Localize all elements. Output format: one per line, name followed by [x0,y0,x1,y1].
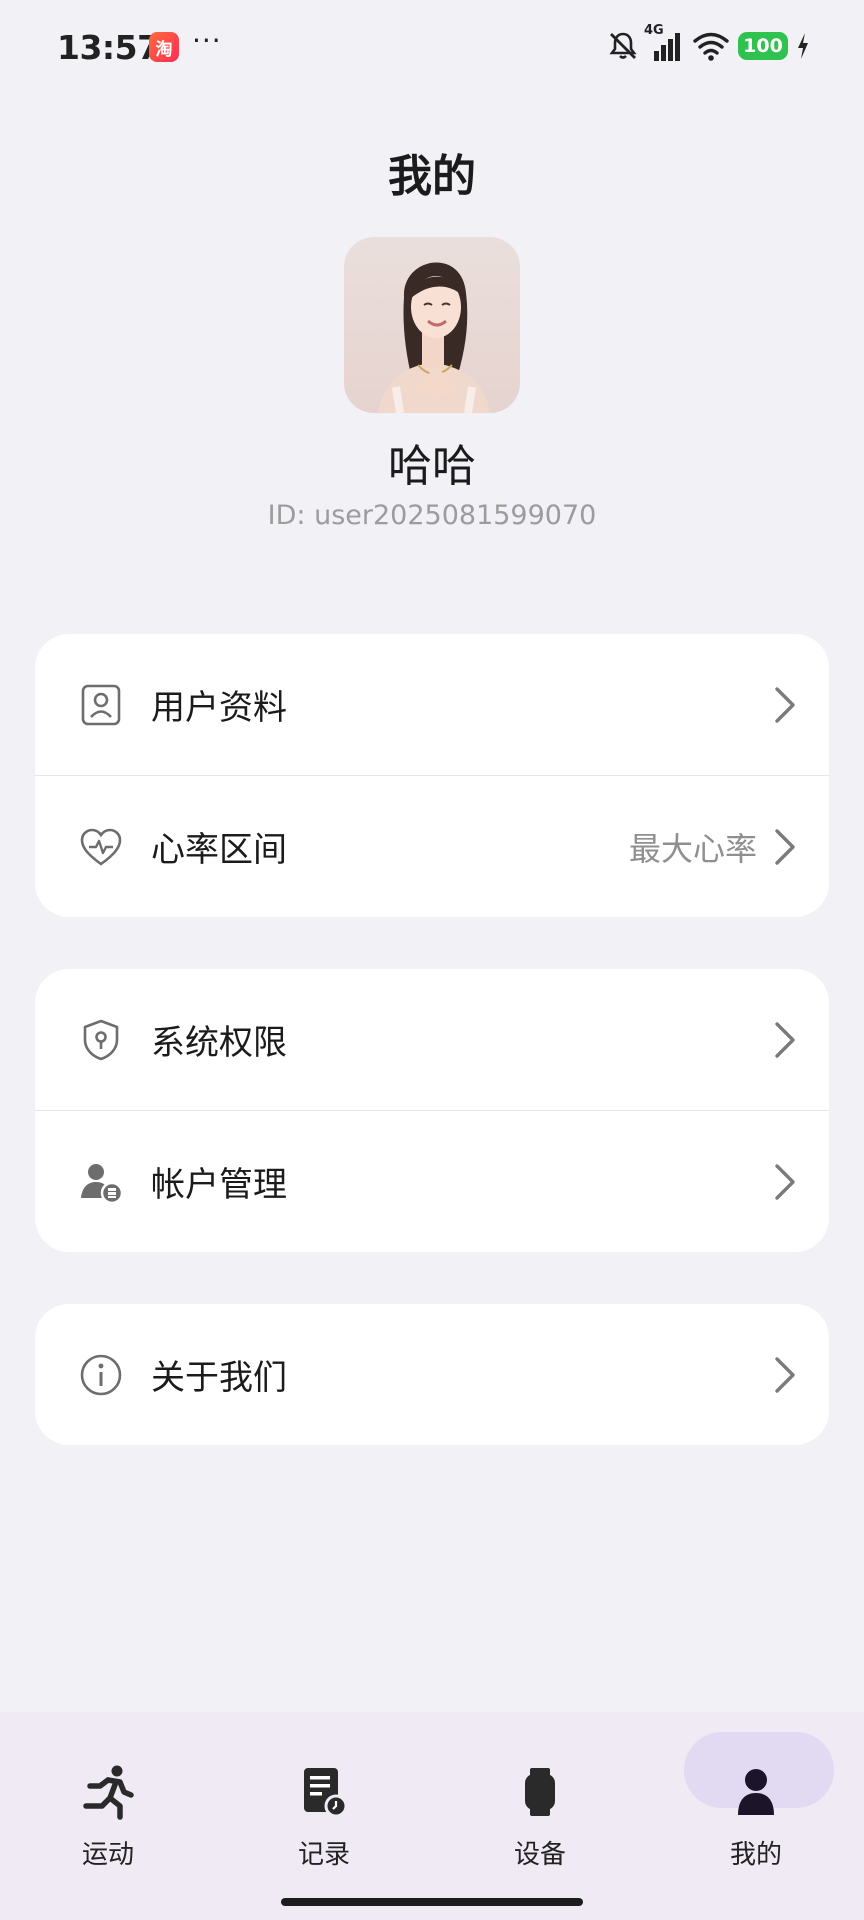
home-indicator[interactable] [281,1898,583,1906]
silent-bell-icon [606,29,640,63]
nav-label: 我的 [729,1840,782,1870]
nav-item-devices[interactable]: 设备 [432,1712,648,1872]
nav-label: 设备 [513,1840,566,1870]
more-notifications-icon: ··· [192,24,222,57]
status-indicators: 4G 100 [606,23,810,64]
menu-group-about: 关于我们 [35,1304,829,1445]
chevron-right-icon [769,827,799,867]
menu-item-label: 心率区间 [151,830,287,870]
nav-label: 运动 [81,1840,134,1870]
menu-item-label: 系统权限 [151,1023,287,1063]
status-bar: 13:57 淘 ··· 4G 100 [0,0,864,96]
taobao-notification-icon: 淘 [149,32,179,62]
menu-item-heart-rate-zone[interactable]: 心率区间 最大心率 [35,775,829,917]
nav-item-mine[interactable]: 我的 [648,1712,864,1872]
nav-item-records[interactable]: 记录 [216,1712,432,1872]
network-type-label: 4G [644,23,664,38]
battery-indicator: 100 [738,32,788,60]
menu-item-user-profile[interactable]: 用户资料 [35,634,829,775]
heart-rate-icon [79,825,123,869]
menu-item-account-management[interactable]: 帐户管理 [35,1110,829,1252]
page-title: 我的 [388,151,476,202]
person-icon [728,1764,784,1820]
user-profile-icon [79,683,123,727]
menu-group-profile: 用户资料 心率区间 最大心率 [35,634,829,917]
menu-item-label: 关于我们 [151,1358,287,1398]
cellular-signal-icon: 4G [644,23,684,63]
chevron-right-icon [769,685,799,725]
menu-item-label: 帐户管理 [151,1165,287,1205]
menu-item-value: 最大心率 [628,829,757,868]
user-id: ID: user2025081599070 [267,500,597,531]
menu-item-label: 用户资料 [151,688,287,728]
menu-group-system: 系统权限 帐户管理 [35,969,829,1252]
info-icon [79,1353,123,1397]
chevron-right-icon [769,1162,799,1202]
running-icon [80,1764,136,1820]
charging-icon [796,32,810,60]
bottom-nav: 运动 记录 设备 我的 [0,1712,864,1920]
record-icon [296,1764,352,1820]
chevron-right-icon [769,1355,799,1395]
shield-icon [79,1018,123,1062]
chevron-right-icon [769,1020,799,1060]
nav-item-sport[interactable]: 运动 [0,1712,216,1872]
status-time: 13:57 [57,28,160,67]
nav-label: 记录 [297,1840,350,1870]
wifi-icon [692,30,730,62]
username: 哈哈 [388,441,476,492]
account-manage-icon [79,1160,123,1204]
watch-icon [512,1764,568,1820]
avatar[interactable] [344,237,520,413]
menu-item-about-us[interactable]: 关于我们 [35,1304,829,1445]
menu-item-system-permissions[interactable]: 系统权限 [35,969,829,1110]
